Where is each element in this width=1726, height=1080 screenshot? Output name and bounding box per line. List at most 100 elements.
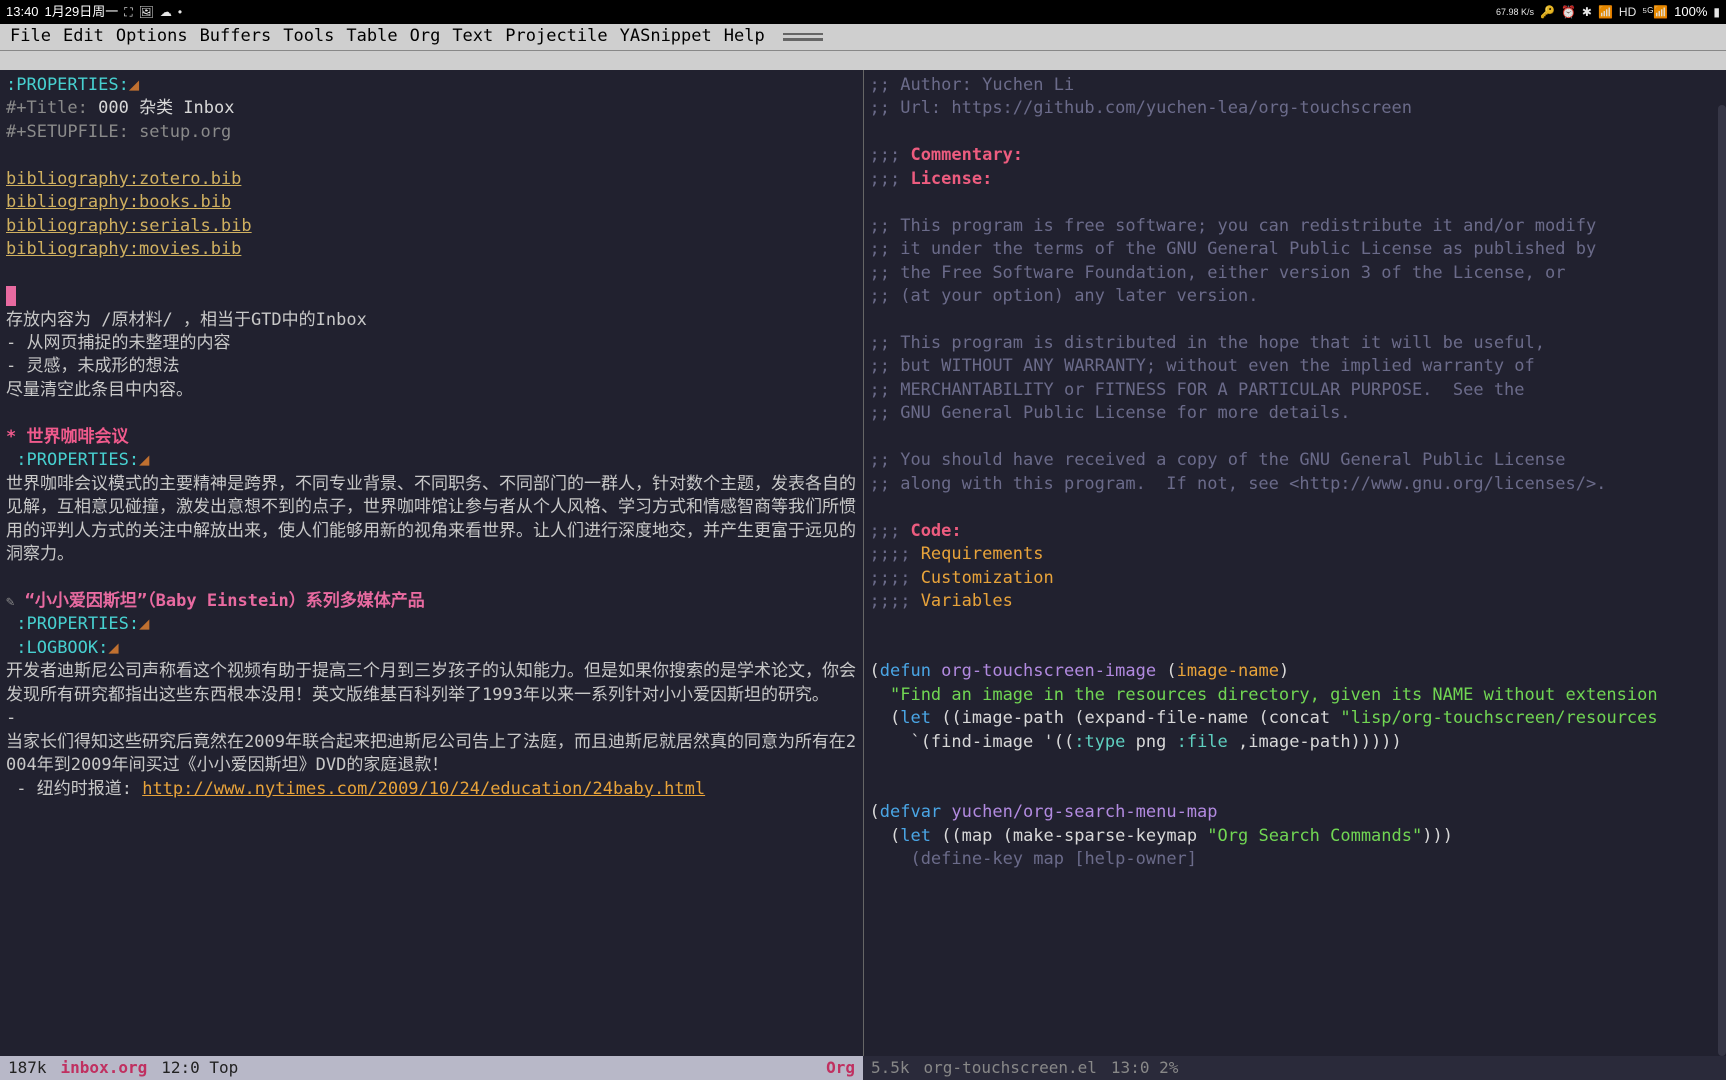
heading-1-body: 世界咖啡会议模式的主要精神是跨界，不同专业背景、不同职务、不同部门的一群人，针对… xyxy=(6,473,857,567)
heading-2-logbook: :LOGBOOK: xyxy=(6,638,108,658)
license-line: ;; MERCHANTABILITY or FITNESS FOR A PART… xyxy=(870,379,1721,402)
author-comment: ;; Author: Yuchen Li xyxy=(870,74,1721,97)
pencil-icon: ✎ xyxy=(6,594,14,610)
left-pane-org[interactable]: :PROPERTIES:◢ #+Title: 000 杂类 Inbox #+SE… xyxy=(0,70,864,1056)
bib-link-4[interactable]: bibliography:movies.bib xyxy=(6,239,241,259)
menu-text[interactable]: Text xyxy=(446,25,499,48)
section-variables: Variables xyxy=(921,591,1013,611)
docstring: "Find an image in the resources director… xyxy=(870,684,1721,707)
cloud-icon: ☁ xyxy=(160,4,172,21)
title-keyword: #+Title: xyxy=(6,98,88,118)
setupfile-value: setup.org xyxy=(129,122,231,142)
heading-2-body-1: 开发者迪斯尼公司声称看这个视频有助于提高三个月到三岁孩子的认知能力。但是如果你搜… xyxy=(6,660,857,707)
hd-icon: HD xyxy=(1619,4,1636,21)
android-status-bar: 13:40 1月29日周一 ⛶ 🖼 ☁ • 67.98 K/s 🔑 ⏰ ✱ 📶 … xyxy=(0,0,1726,24)
buffer-size: 187k xyxy=(8,1057,47,1079)
nyt-link[interactable]: http://www.nytimes.com/2009/10/24/educat… xyxy=(142,779,705,799)
license-line: ;; along with this program. If not, see … xyxy=(870,473,1721,496)
modeline: 187k inbox.org 12:0 Top Org 5.5k org-tou… xyxy=(0,1056,1726,1080)
net-speed: 67.98 K/s xyxy=(1496,8,1534,17)
heading-2-dash: - xyxy=(6,707,857,730)
intro-line-1: 存放内容为 /原材料/ ，相当于GTD中的Inbox xyxy=(6,309,857,332)
alarm-icon: ⏰ xyxy=(1561,4,1576,21)
license-line: ;; the Free Software Foundation, either … xyxy=(870,262,1721,285)
heading-2-text[interactable]: “小小爱因斯坦”（Baby Einstein）系列多媒体产品 xyxy=(25,591,425,611)
fold-icon[interactable]: ◢ xyxy=(129,75,139,95)
fold-icon[interactable]: ◢ xyxy=(139,450,149,470)
heading-1-star[interactable]: * xyxy=(6,427,26,447)
buffer-pos: 12:0 Top xyxy=(161,1057,238,1079)
buffer-name: inbox.org xyxy=(61,1057,148,1079)
license-line: ;; This program is free software; you ca… xyxy=(870,215,1721,238)
section-customization: Customization xyxy=(921,568,1054,588)
bluetooth-icon: ✱ xyxy=(1582,4,1592,21)
editor-panes: :PROPERTIES:◢ #+Title: 000 杂类 Inbox #+SE… xyxy=(0,70,1726,1056)
toolbar-spacer xyxy=(0,50,1726,70)
menu-options[interactable]: Options xyxy=(110,25,194,48)
menu-tools[interactable]: Tools xyxy=(277,25,340,48)
scrollbar[interactable] xyxy=(1718,105,1726,1056)
url-comment: ;; Url: https://github.com/yuchen-lea/or… xyxy=(870,97,1721,120)
modeline-right[interactable]: 5.5k org-touchscreen.el 13:0 2% xyxy=(863,1056,1726,1080)
section-code: Code: xyxy=(910,521,961,541)
menu-help[interactable]: Help xyxy=(718,25,771,48)
section-license: License: xyxy=(910,169,992,189)
modeline-left[interactable]: 187k inbox.org 12:0 Top Org xyxy=(0,1056,863,1080)
section-requirements: Requirements xyxy=(921,544,1044,564)
buffer-pos: 13:0 2% xyxy=(1111,1057,1178,1079)
menu-yasnippet[interactable]: YASnippet xyxy=(614,25,718,48)
drawer-properties: :PROPERTIES: xyxy=(6,75,129,95)
wifi-icon: 📶 xyxy=(1598,4,1613,21)
menu-projectile[interactable]: Projectile xyxy=(499,25,613,48)
intro-line-2: - 从网页捕捉的未整理的内容 xyxy=(6,332,857,355)
setupfile-keyword: #+SETUPFILE: xyxy=(6,122,129,142)
bib-link-2[interactable]: bibliography:books.bib xyxy=(6,192,231,212)
title-value: 000 杂类 Inbox xyxy=(88,98,235,118)
battery-icon: ▮ xyxy=(1713,4,1720,21)
major-mode: Org xyxy=(826,1057,855,1079)
fn-name: org-touchscreen-image xyxy=(931,661,1166,681)
bib-link-1[interactable]: bibliography:zotero.bib xyxy=(6,169,241,189)
battery-pct: 100% xyxy=(1674,3,1707,21)
clock: 13:40 xyxy=(6,3,39,21)
kw-defvar: defvar xyxy=(880,802,941,822)
intro-line-3: - 灵感，未成形的想法 xyxy=(6,355,857,378)
license-line: ;; but WITHOUT ANY WARRANTY; without eve… xyxy=(870,355,1721,378)
buffer-name: org-touchscreen.el xyxy=(924,1057,1097,1079)
heading-2-body-2: 当家长们得知这些研究后竟然在2009年联合起来把迪斯尼公司告上了法庭，而且迪斯尼… xyxy=(6,731,857,778)
license-line: ;; You should have received a copy of th… xyxy=(870,449,1721,472)
text-cursor xyxy=(6,286,16,306)
expand-icon: ⛶ xyxy=(124,4,132,21)
picture-icon: 🖼 xyxy=(139,4,154,21)
menu-edit[interactable]: Edit xyxy=(57,25,110,48)
right-pane-elisp[interactable]: ;; Author: Yuchen Li ;; Url: https://git… xyxy=(864,70,1726,1056)
kw-defun: defun xyxy=(880,661,931,681)
heading-2-properties: :PROPERTIES: xyxy=(6,614,139,634)
license-line: ;; GNU General Public License for more d… xyxy=(870,402,1721,425)
license-line: ;; it under the terms of the GNU General… xyxy=(870,238,1721,261)
signal-5g-icon: ⁵ᴳ📶 xyxy=(1642,4,1668,21)
bib-link-3[interactable]: bibliography:serials.bib xyxy=(6,216,252,236)
emacs-menubar: File Edit Options Buffers Tools Table Or… xyxy=(0,24,1726,50)
dot-icon: • xyxy=(178,4,182,21)
nyt-label: - 纽约时报道: xyxy=(6,779,142,799)
vpn-icon: 🔑 xyxy=(1540,4,1555,21)
intro-line-4: 尽量清空此条目中内容。 xyxy=(6,379,857,402)
menu-org[interactable]: Org xyxy=(404,25,447,48)
license-line: ;; (at your option) any later version. xyxy=(870,285,1721,308)
truncated-line: (define-key map [help-owner] xyxy=(870,848,1721,871)
var-name: yuchen/org-search-menu-map xyxy=(941,802,1217,822)
menu-table[interactable]: Table xyxy=(340,25,403,48)
buffer-size: 5.5k xyxy=(871,1057,910,1079)
date: 1月29日周一 xyxy=(45,3,119,21)
fold-icon[interactable]: ◢ xyxy=(139,614,149,634)
license-line: ;; This program is distributed in the ho… xyxy=(870,332,1721,355)
fold-icon[interactable]: ◢ xyxy=(108,638,118,658)
menu-file[interactable]: File xyxy=(4,25,57,48)
menu-buffers[interactable]: Buffers xyxy=(194,25,278,48)
fn-arg: image-name xyxy=(1177,661,1279,681)
heading-1-text[interactable]: 世界咖啡会议 xyxy=(26,427,128,447)
drag-handle-icon[interactable] xyxy=(783,33,823,41)
section-commentary: Commentary: xyxy=(910,145,1023,165)
heading-1-properties: :PROPERTIES: xyxy=(6,450,139,470)
